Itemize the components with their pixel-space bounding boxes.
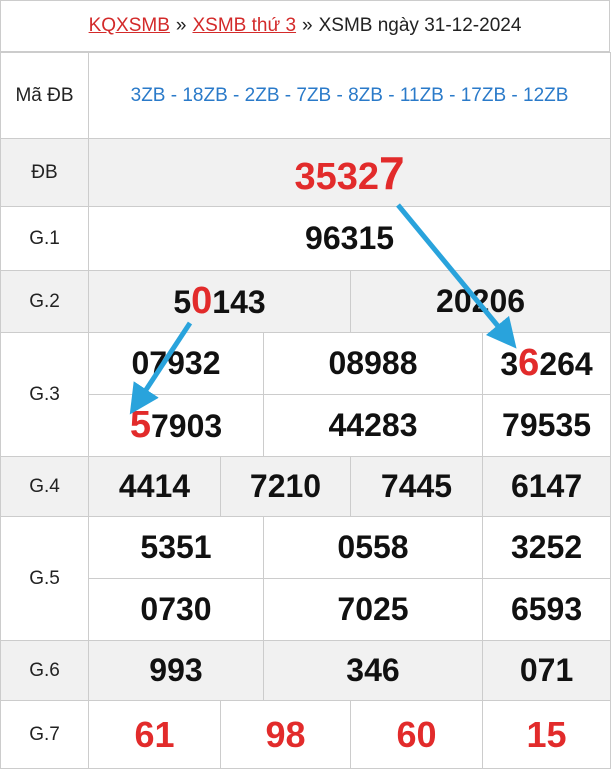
label-g2: G.2 <box>0 270 89 333</box>
highlight-digit: 0 <box>191 280 213 322</box>
prize-g2-1: 50143 <box>88 270 351 333</box>
highlight-digit: 6 <box>518 342 540 384</box>
prize-g4-1: 4414 <box>88 456 221 517</box>
prize-g5-3: 3252 <box>481 516 612 579</box>
label-g7: G.7 <box>0 700 89 769</box>
label-g4: G.4 <box>0 456 89 517</box>
prize-g7-3: 60 <box>350 700 483 769</box>
special-codes: 3ZB - 18ZB - 2ZB - 7ZB - 8ZB - 11ZB - 17… <box>87 52 612 139</box>
label-ma-db: Mã ĐB <box>0 52 89 139</box>
prize-g3-2: 08988 <box>263 332 483 395</box>
prize-g3-5: 44283 <box>263 394 483 457</box>
prize-g7-2: 98 <box>220 700 351 769</box>
prize-g5-1: 5351 <box>88 516 264 579</box>
label-g3: G.3 <box>0 332 89 457</box>
prize-g3-3: 36264 <box>481 332 612 395</box>
prize-g7-4: 15 <box>481 700 612 769</box>
breadcrumb-separator: » <box>302 15 313 36</box>
breadcrumb-current: XSMB ngày 31-12-2024 <box>318 15 522 36</box>
digit: 5 <box>173 284 192 320</box>
prize-g6-2: 346 <box>263 640 483 701</box>
prize-g5-5: 7025 <box>263 578 483 641</box>
prize-g6-1: 993 <box>88 640 264 701</box>
special-prize-prefix: 3532 <box>294 155 380 198</box>
breadcrumb-weekday-link[interactable]: XSMB thứ 3 <box>192 15 296 37</box>
prize-g6-3: 071 <box>481 640 612 701</box>
prize-g1: 96315 <box>87 206 612 271</box>
breadcrumb-separator: » <box>175 15 187 36</box>
digits: 7903 <box>150 408 223 444</box>
prize-g4-2: 7210 <box>220 456 351 517</box>
prize-g5-4: 0730 <box>88 578 264 641</box>
prize-g5-2: 0558 <box>263 516 483 579</box>
special-prize-last-digit: 7 <box>379 146 405 199</box>
prize-g3-4: 57903 <box>88 394 264 457</box>
prize-g5-6: 6593 <box>481 578 612 641</box>
special-prize: 35327 <box>87 138 612 207</box>
digits: 264 <box>539 346 593 382</box>
results-table: Mã ĐB 3ZB - 18ZB - 2ZB - 7ZB - 8ZB - 11Z… <box>0 52 612 769</box>
highlight-digit: 5 <box>129 404 151 446</box>
digits: 143 <box>212 284 266 320</box>
label-db: ĐB <box>0 138 89 207</box>
prize-g7-1: 61 <box>88 700 221 769</box>
prize-g4-3: 7445 <box>350 456 483 517</box>
label-g1: G.1 <box>0 206 89 271</box>
digit: 3 <box>500 346 519 382</box>
prize-g3-6: 79535 <box>481 394 612 457</box>
prize-g4-4: 6147 <box>481 456 612 517</box>
prize-g2-2: 20206 <box>349 270 612 333</box>
breadcrumb: KQXSMB » XSMB thứ 3 » XSMB ngày 31-12-20… <box>0 0 610 52</box>
label-g5: G.5 <box>0 516 89 641</box>
breadcrumb-home-link[interactable]: KQXSMB <box>89 15 170 37</box>
prize-g3-1: 07932 <box>88 332 264 395</box>
label-g6: G.6 <box>0 640 89 701</box>
